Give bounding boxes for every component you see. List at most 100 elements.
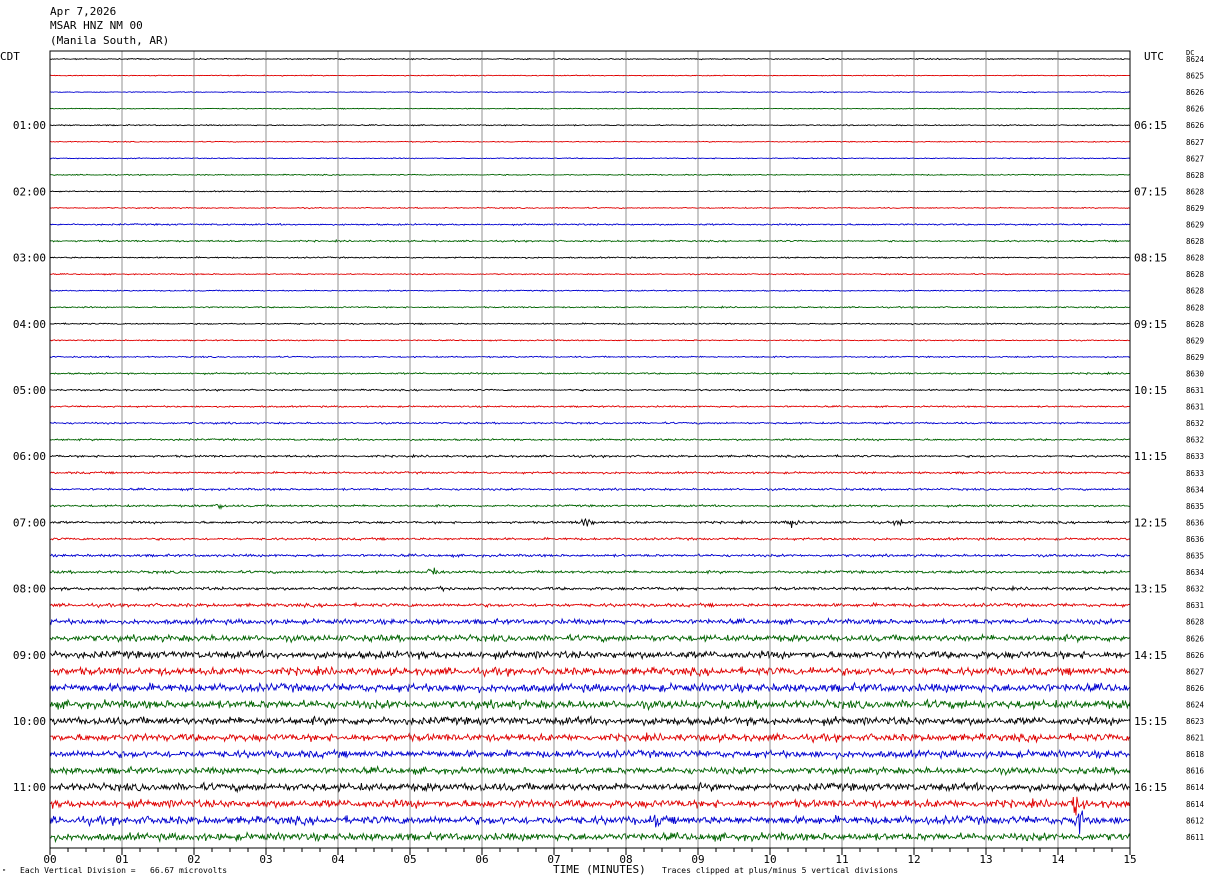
clip-note: Traces clipped at plus/minus 5 vertical …	[662, 866, 899, 875]
trace-row	[49, 536, 1131, 542]
left-hour-label: 06:00	[13, 450, 46, 463]
trace-row	[49, 238, 1131, 243]
x-tick-label: 10	[763, 853, 776, 866]
dc-offset-label: 8625	[1186, 72, 1204, 81]
dc-offset-label: 8631	[1186, 403, 1204, 412]
left-hour-label: 02:00	[13, 185, 46, 198]
corner-mark: "	[2, 868, 7, 876]
right-hour-label: 10:15	[1134, 384, 1167, 397]
header-station: MSAR HNZ NM 00	[50, 19, 143, 32]
dc-offset-label: 8630	[1186, 369, 1205, 378]
x-tick-label: 13	[979, 853, 992, 866]
trace-row	[49, 487, 1131, 492]
plot-frame	[49, 50, 1131, 855]
trace-row	[49, 190, 1131, 193]
dc-offset-label: 8624	[1186, 700, 1205, 709]
left-hour-label: 07:00	[13, 516, 46, 529]
x-tick-label: 11	[835, 853, 848, 866]
right-hour-label: 15:15	[1134, 715, 1167, 728]
dc-offset-label: 8628	[1186, 187, 1205, 196]
trace-row	[50, 107, 1131, 110]
dc-offset-label: 8611	[1186, 833, 1204, 842]
x-tick-label: 01	[115, 853, 128, 866]
trace-row	[49, 781, 1131, 794]
trace-row	[49, 206, 1131, 210]
trace-row	[49, 470, 1131, 475]
x-tick-label: 04	[331, 853, 345, 866]
dc-offset-label: 8631	[1186, 601, 1204, 610]
dc-offset-label: 8628	[1186, 320, 1205, 329]
trace-row	[49, 503, 1131, 510]
left-timezone-label: CDT	[0, 50, 20, 63]
trace-row	[49, 617, 1131, 626]
left-hour-label: 08:00	[13, 583, 46, 596]
dc-offset-label: 8626	[1186, 651, 1205, 660]
trace-row	[49, 765, 1131, 777]
trace-row	[49, 371, 1131, 376]
right-hour-label: 13:15	[1134, 583, 1167, 596]
x-tick-label: 05	[403, 853, 416, 866]
dc-offset-label: 8629	[1186, 336, 1204, 345]
dc-offset-label: 8628	[1186, 618, 1205, 627]
dc-offset-label: 8632	[1186, 419, 1204, 428]
right-hour-label: 08:15	[1134, 252, 1167, 265]
trace-row	[49, 256, 1130, 260]
right-hour-label: 09:15	[1134, 318, 1167, 331]
trace-row	[50, 173, 1131, 177]
dc-offset-label: 8628	[1186, 237, 1205, 246]
dc-offset-label: 8626	[1186, 105, 1205, 114]
trace-row	[50, 830, 1131, 844]
dc-offset-label: 8626	[1186, 121, 1205, 130]
trace-row	[49, 748, 1131, 761]
trace-row	[49, 272, 1131, 276]
trace-row	[50, 453, 1131, 459]
x-tick-label: 09	[691, 853, 704, 866]
dc-offset-label: 8628	[1186, 303, 1205, 312]
dc-offset-label: 8628	[1186, 171, 1205, 180]
dc-offset-label: 8636	[1186, 518, 1205, 527]
left-hour-label: 05:00	[13, 384, 46, 397]
right-hour-label: 07:15	[1134, 185, 1167, 198]
dc-offset-label: 8612	[1186, 816, 1204, 825]
dc-offset-label: 8616	[1186, 767, 1205, 776]
dc-offset-label: 8636	[1186, 535, 1205, 544]
dc-offset-label: 8626	[1186, 684, 1205, 693]
left-hour-label: 01:00	[13, 119, 46, 132]
x-axis-title: TIME (MINUTES)	[553, 863, 646, 876]
trace-row	[49, 74, 1130, 77]
x-tick-label: 15	[1123, 853, 1136, 866]
dc-offset-label: 8629	[1186, 221, 1204, 230]
right-hour-label: 16:15	[1134, 781, 1167, 794]
dc-offset-label: 8633	[1186, 469, 1204, 478]
header-date: Apr 7,2026	[50, 5, 117, 18]
trace-row	[49, 339, 1131, 342]
dc-offset-label: 8614	[1186, 800, 1205, 809]
trace-row	[49, 665, 1131, 678]
traces-group	[49, 57, 1131, 844]
left-hour-label: 11:00	[13, 781, 46, 794]
trace-row	[49, 567, 1131, 575]
trace-row	[49, 404, 1131, 409]
right-hour-label: 11:15	[1134, 450, 1167, 463]
left-hour-label: 03:00	[13, 252, 46, 265]
trace-row	[50, 305, 1131, 309]
x-tick-label: 06	[475, 853, 488, 866]
dc-offset-label: 8633	[1186, 452, 1204, 461]
x-tick-label: 00	[43, 853, 56, 866]
scale-note: Each Vertical Division = 66.67 microvolt…	[20, 866, 228, 875]
dc-offset-label: 8634	[1186, 568, 1205, 577]
dc-offset-label: 8627	[1186, 138, 1204, 147]
trace-row	[49, 57, 1131, 61]
trace-row	[49, 517, 1131, 529]
trace-row	[49, 601, 1131, 609]
x-tick-label: 12	[907, 853, 920, 866]
header-location: (Manila South, AR)	[50, 34, 170, 47]
left-hour-label: 10:00	[13, 715, 46, 728]
dc-offset-label: 8635	[1186, 502, 1204, 511]
dc-offset-label: 8631	[1186, 386, 1204, 395]
dc-offset-label: 8632	[1186, 436, 1204, 445]
x-tick-label: 03	[259, 853, 272, 866]
plot-border	[49, 50, 1131, 849]
trace-row	[49, 681, 1131, 694]
right-timezone-label: UTC	[1144, 50, 1164, 63]
